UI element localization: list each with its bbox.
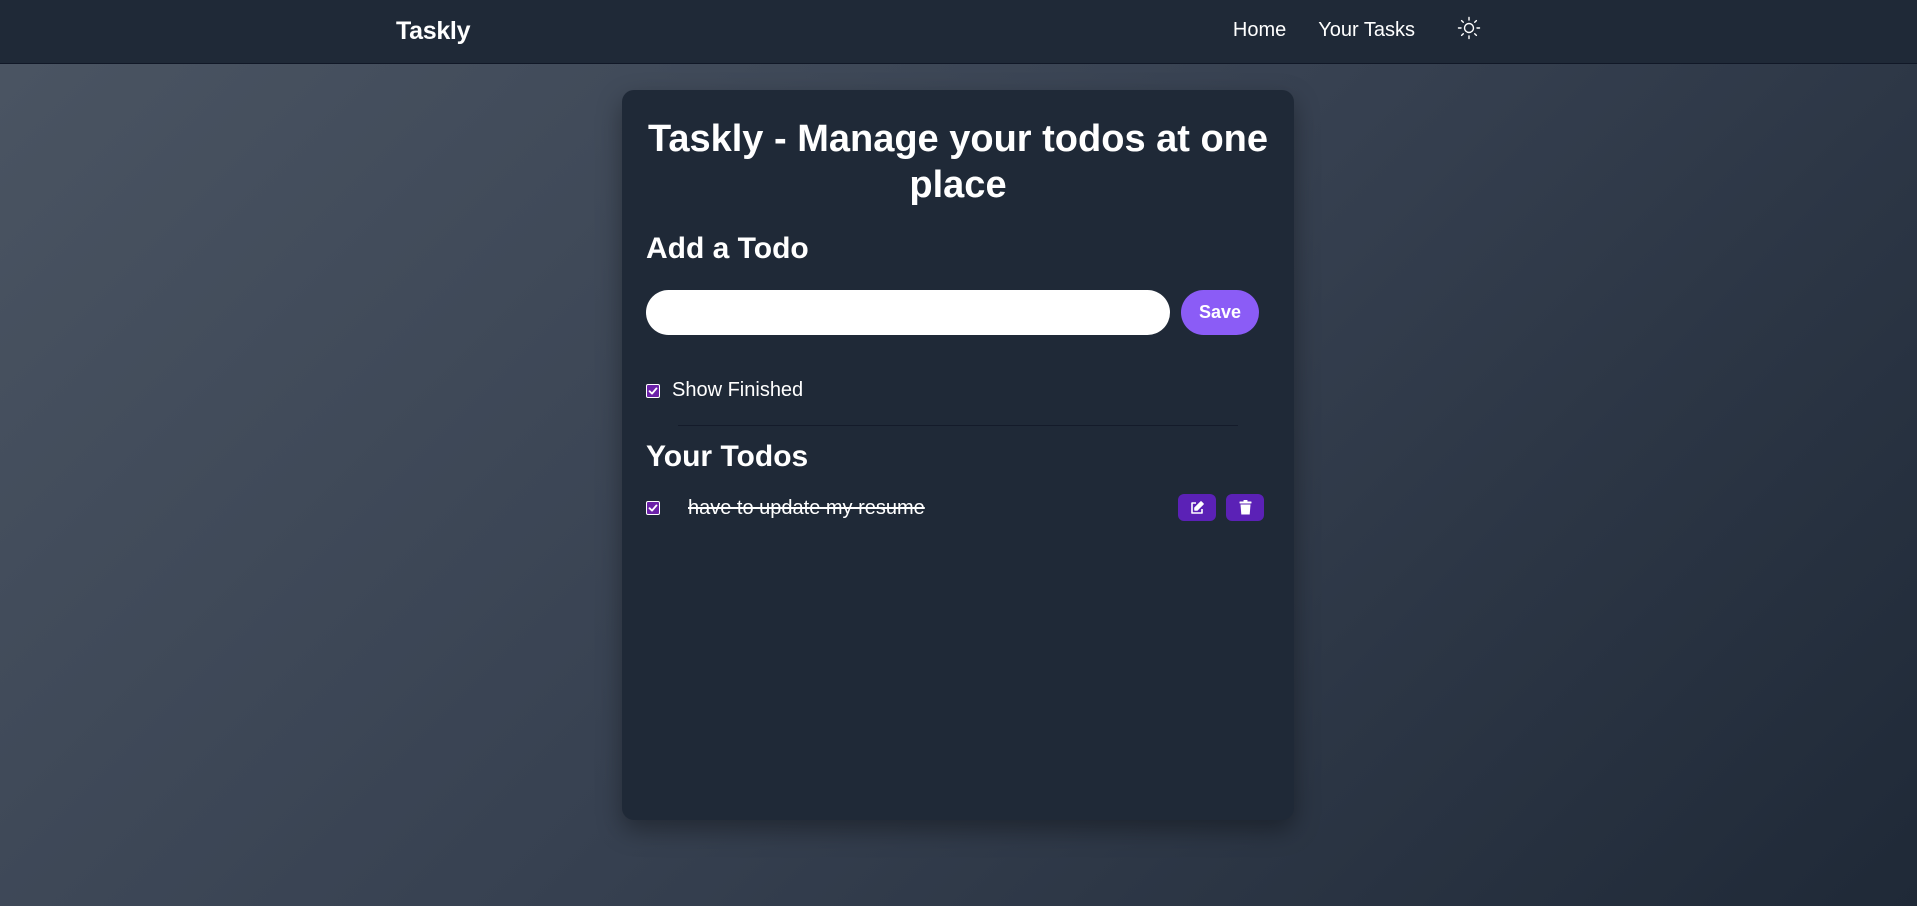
nav-link-home[interactable]: Home bbox=[1233, 19, 1286, 42]
your-todos-heading: Your Todos bbox=[646, 440, 809, 473]
divider bbox=[678, 425, 1238, 426]
sun-icon[interactable] bbox=[1455, 14, 1483, 42]
edit-button[interactable] bbox=[1178, 494, 1216, 521]
todo-checkbox[interactable] bbox=[646, 501, 660, 515]
save-button[interactable]: Save bbox=[1181, 290, 1259, 335]
nav-link-your-tasks[interactable]: Your Tasks bbox=[1318, 19, 1415, 42]
navbar: Taskly Home Your Tasks bbox=[0, 0, 1917, 64]
todo-item: have to update my resume bbox=[646, 494, 1264, 522]
edit-icon bbox=[1191, 500, 1204, 514]
trash-icon bbox=[1239, 500, 1251, 515]
page-title: Taskly - Manage your todos at one place bbox=[647, 118, 1269, 206]
brand-logo[interactable]: Taskly bbox=[396, 17, 470, 46]
show-finished-toggle[interactable]: Show Finished bbox=[646, 379, 803, 402]
delete-button[interactable] bbox=[1226, 494, 1264, 521]
todo-input[interactable] bbox=[646, 290, 1170, 335]
add-todo-heading: Add a Todo bbox=[646, 232, 809, 265]
show-finished-label: Show Finished bbox=[672, 379, 804, 401]
todo-text: have to update my resume bbox=[688, 497, 925, 519]
show-finished-checkbox[interactable] bbox=[646, 383, 660, 398]
nav-links: Home Your Tasks bbox=[1233, 16, 1483, 42]
todo-card: Taskly - Manage your todos at one place … bbox=[622, 90, 1294, 820]
